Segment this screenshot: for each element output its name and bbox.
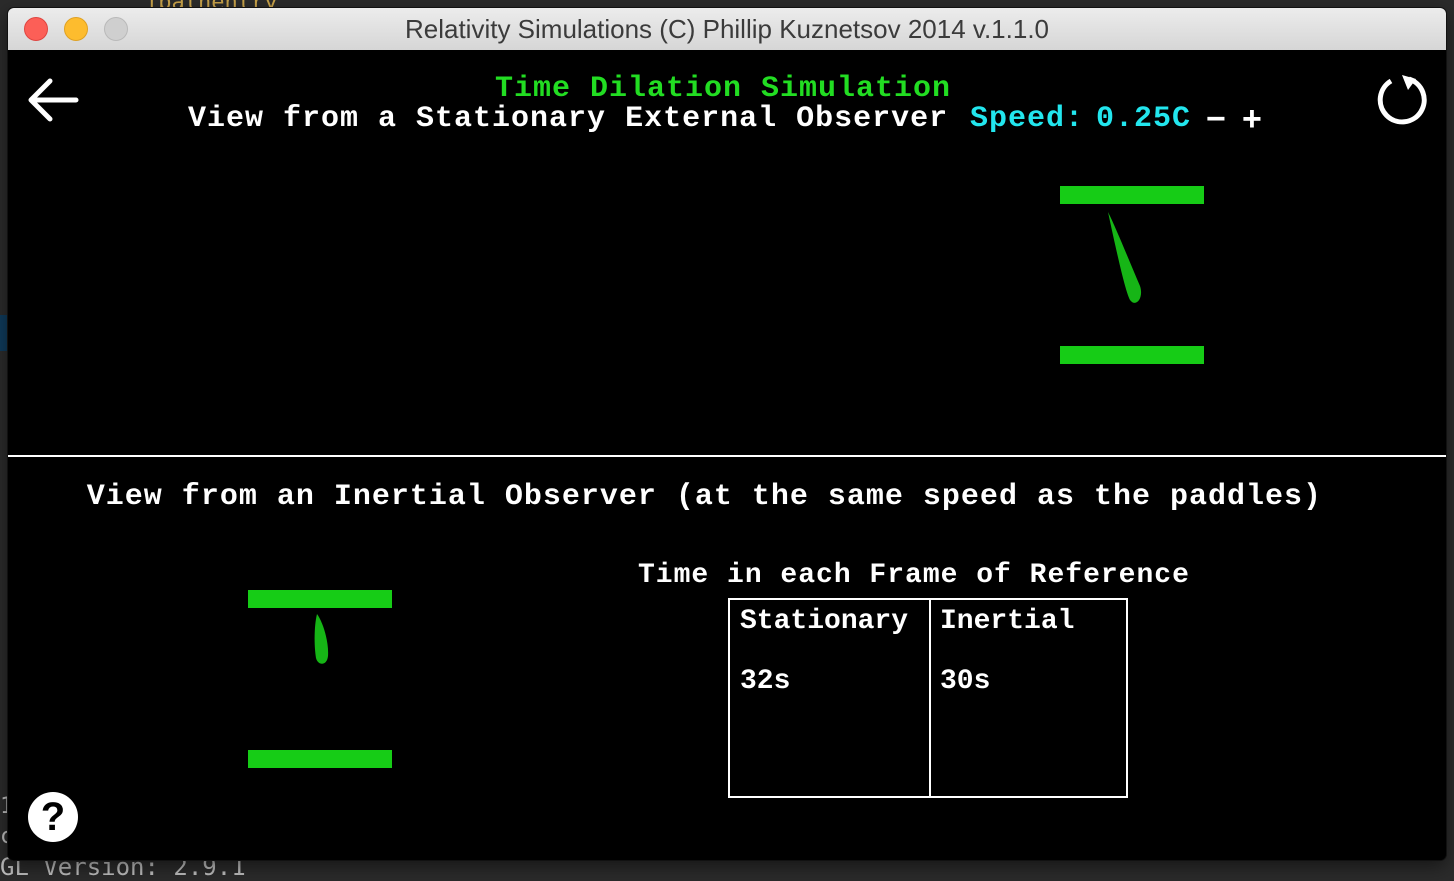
top-light-pulse — [1108, 212, 1142, 303]
stationary-observer-label: View from a Stationary External Observer — [188, 102, 949, 136]
inertial-observer-label: View from an Inertial Observer (at the s… — [86, 480, 1322, 514]
view-divider — [8, 455, 1446, 457]
app-window: Relativity Simulations (C) Phillip Kuzne… — [8, 8, 1446, 860]
speed-value: 0.25C — [1096, 102, 1192, 136]
inertial-time-value: 30s — [940, 666, 991, 697]
help-icon: ? — [40, 795, 66, 839]
top-paddle-lower — [1060, 346, 1204, 364]
stationary-column-header: Stationary — [740, 606, 909, 637]
help-button[interactable]: ? — [28, 792, 78, 842]
bottom-paddle-lower — [248, 750, 392, 768]
background-selection-strip — [0, 315, 8, 351]
inertial-time-column: Inertial 30s — [930, 600, 1129, 796]
title-bar: Relativity Simulations (C) Phillip Kuzne… — [8, 8, 1446, 51]
increase-speed-button[interactable]: + — [1242, 100, 1262, 139]
window-title: Relativity Simulations (C) Phillip Kuzne… — [404, 14, 1050, 44]
inertial-column-header: Inertial — [940, 606, 1075, 637]
top-paddle-upper — [1060, 186, 1204, 204]
stationary-time-value: 32s — [740, 666, 791, 697]
decrease-speed-button[interactable]: − — [1206, 100, 1226, 139]
time-table-caption: Time in each Frame of Reference — [638, 560, 1190, 591]
time-table: Stationary 32s Inertial 30s — [728, 598, 1128, 798]
simulation-canvas: Time Dilation Simulation View from a Sta… — [8, 50, 1446, 860]
bottom-light-pulse — [314, 614, 329, 664]
bottom-paddle-upper — [248, 590, 392, 608]
stationary-time-column: Stationary 32s — [730, 600, 931, 796]
speed-label: Speed: — [970, 102, 1085, 136]
